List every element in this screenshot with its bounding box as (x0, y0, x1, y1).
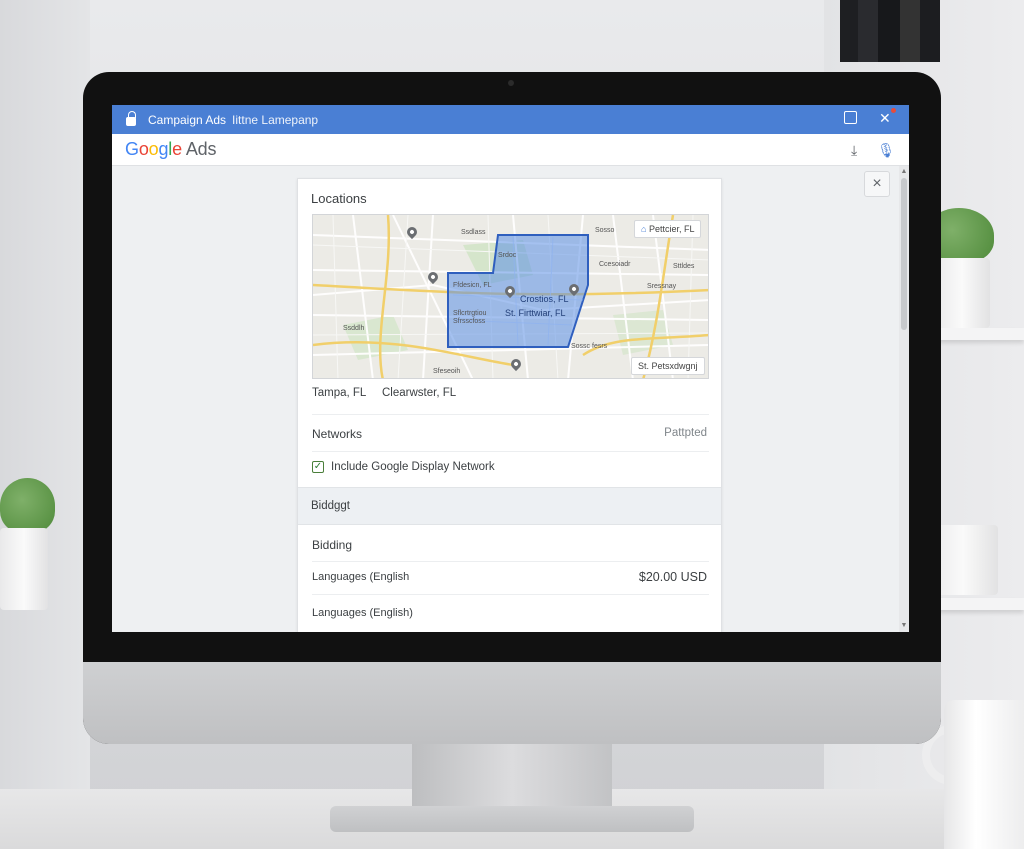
map-street-label: Sfeseoih (433, 368, 461, 375)
location-map[interactable]: Ssdlass Srdoc Sosso Ccesoiadr Sttldes Sr… (312, 214, 709, 379)
monitor-stand (412, 744, 612, 814)
divider (312, 594, 709, 595)
budget-section[interactable]: Biddggt (298, 487, 721, 525)
map-street-label: Sosso (595, 227, 615, 234)
map-street-label: Sossc fesrs (571, 343, 608, 350)
browser-titlebar: Campaign Ads Iittne Lamepanp ✕ (112, 105, 909, 134)
divider (312, 561, 709, 562)
google-ads-logo[interactable]: Google Ads (125, 139, 216, 160)
window-title: Campaign Ads (148, 112, 227, 127)
close-window-icon[interactable]: ✕ (879, 108, 896, 125)
restore-window-icon[interactable] (844, 111, 857, 124)
map-location-badge[interactable]: ⌂ Pettcier, FL (634, 220, 702, 238)
map-area-label: Crostios, FL (520, 294, 569, 304)
map-street-label: Sressnay (647, 283, 677, 290)
plant-decor (0, 478, 55, 533)
location-tag[interactable]: Tampa, FL (312, 387, 366, 399)
monitor-stand-base (330, 806, 694, 832)
location-tag[interactable]: Clearwster, FL (382, 387, 456, 399)
map-area-small-label: Ffdesicn, FL (453, 282, 492, 289)
map-street-label: Ssddlh (343, 325, 365, 332)
languages-label[interactable]: Languages (English (312, 571, 409, 583)
download-icon[interactable]: ⤓ (851, 142, 857, 159)
divider (312, 414, 709, 415)
campaign-settings-panel: Locations Ssdlass Srdoc Sosso Ccesoiadr … (297, 178, 722, 632)
display-network-label[interactable]: Include Google Display Network (331, 461, 495, 473)
background-wall (0, 0, 90, 849)
map-location-badge[interactable]: St. Petsxdwgnj (631, 357, 705, 375)
books-decor (840, 0, 940, 62)
map-street-label: Ssdlass (461, 229, 486, 236)
location-pin-icon: ⌂ (641, 224, 647, 234)
locations-title: Locations (311, 191, 367, 206)
app-header: Google Ads ⤓ 🎙 (112, 134, 909, 166)
map-street-label: Ccesoiadr (599, 261, 631, 268)
pot-decor (934, 258, 990, 328)
bidding-label[interactable]: Bidding (312, 538, 352, 552)
divider (312, 451, 709, 452)
webcam (508, 80, 514, 86)
pot-decor (0, 528, 48, 610)
scrollbar[interactable]: ▲ ▼ (899, 166, 909, 632)
scroll-down-icon[interactable]: ▼ (900, 622, 908, 630)
map-area-small-label: Sfrsscfoss (453, 318, 486, 325)
map-street-label: Srdoc (498, 252, 517, 259)
map-street-label: Sttldes (673, 263, 695, 270)
languages-label-2[interactable]: Languages (English) (312, 607, 413, 619)
monitor-chin (83, 662, 941, 744)
lock-icon (126, 111, 136, 126)
map-area-label: St. Firttwiar, FL (505, 308, 566, 318)
budget-amount[interactable]: $20.00 USD (639, 570, 707, 584)
scroll-thumb[interactable] (901, 178, 907, 330)
window-subtitle: Iittne Lamepanp (232, 112, 319, 127)
map-area-small-label: Sflcrtrgtiou (453, 310, 487, 317)
screen: Campaign Ads Iittne Lamepanp ✕ Google Ads… (112, 105, 909, 632)
networks-label: Networks (312, 427, 363, 441)
mug (944, 700, 1024, 849)
close-dialog-button[interactable]: × (864, 171, 890, 197)
display-network-checkbox[interactable]: ✓ (312, 461, 324, 473)
networks-status: Pattpted (664, 427, 707, 439)
budget-label: Biddggt (311, 500, 351, 512)
microphone-icon[interactable]: 🎙 (877, 142, 895, 159)
scroll-up-icon[interactable]: ▲ (900, 168, 908, 176)
notification-dot (891, 108, 896, 113)
